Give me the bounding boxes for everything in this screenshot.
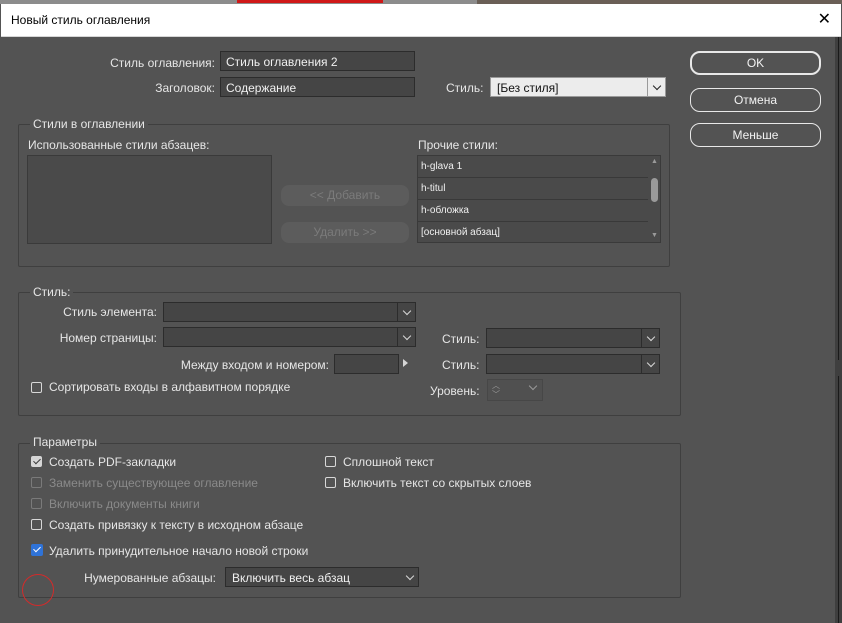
entry-style-label: Стиль элемента: — [63, 305, 157, 319]
stepper-down-icon[interactable]: ﹀ — [492, 391, 500, 399]
chevron-down-icon[interactable] — [641, 355, 659, 373]
create-pdf-bookmarks-label: Создать PDF-закладки — [49, 455, 177, 469]
level-stepper[interactable]: ︿ ﹀ — [487, 379, 543, 401]
other-styles-list[interactable]: h-glava 1 h-titul h-обложка [основной аб… — [417, 155, 661, 243]
create-text-anchor-label: Создать привязку к тексту в исходном абз… — [49, 518, 304, 532]
replace-existing-checkbox[interactable] — [31, 477, 42, 488]
title-style-label: Стиль: — [446, 81, 484, 95]
create-text-anchor-checkbox[interactable] — [31, 519, 42, 530]
arrow-right-icon[interactable] — [403, 359, 408, 367]
page-number-label: Номер страницы: — [59, 331, 157, 345]
window-right-edge — [835, 37, 842, 623]
used-styles-label: Использованные стили абзацев: — [28, 138, 210, 152]
close-icon[interactable]: ✕ — [818, 10, 831, 30]
include-hidden-layers-label: Включить текст со скрытых слоев — [343, 476, 532, 490]
replace-existing-label: Заменить существующее оглавление — [49, 476, 258, 490]
list-item[interactable]: [основной абзац] — [418, 222, 650, 242]
chevron-down-icon[interactable] — [401, 568, 418, 586]
sort-alphabetical-checkbox[interactable] — [31, 382, 42, 393]
chevron-down-icon[interactable] — [528, 381, 538, 391]
remove-forced-line-breaks-label: Удалить принудительное начало новой стро… — [49, 544, 309, 558]
title-style-select[interactable]: [Без стиля] — [490, 77, 666, 97]
background-red-frame — [237, 0, 383, 3]
page-number-style-select[interactable] — [486, 328, 660, 348]
edge-line — [838, 37, 839, 360]
style-group-title: Стиль: — [30, 285, 74, 299]
chevron-down-icon[interactable] — [397, 328, 415, 346]
ok-button[interactable]: OK — [690, 51, 821, 75]
create-pdf-bookmarks-checkbox[interactable] — [31, 456, 42, 467]
cancel-button[interactable]: Отмена — [690, 88, 821, 112]
title-input[interactable]: Содержание — [220, 77, 415, 97]
window-title: Новый стиль оглавления — [11, 13, 151, 27]
list-item[interactable]: h-glava 1 — [418, 156, 650, 178]
other-styles-scrollbar[interactable]: ▲ ▼ — [648, 156, 660, 242]
title-label: Заголовок: — [155, 81, 215, 95]
numbered-paragraphs-label: Нумерованные абзацы: — [84, 571, 216, 585]
level-label: Уровень: — [430, 384, 480, 398]
title-style-value: [Без стиля] — [497, 81, 559, 95]
numbered-paragraphs-select[interactable]: Включить весь абзац — [225, 567, 419, 587]
remove-button[interactable]: Удалить >> — [281, 222, 409, 243]
list-item[interactable]: h-titul — [418, 178, 650, 200]
scroll-up-icon[interactable]: ▲ — [650, 158, 659, 166]
numbered-paragraphs-value: Включить весь абзац — [232, 571, 350, 585]
include-book-docs-checkbox[interactable] — [31, 498, 42, 509]
chevron-down-icon[interactable] — [647, 78, 665, 96]
less-button[interactable]: Меньше — [690, 123, 821, 147]
include-hidden-layers-checkbox[interactable] — [325, 477, 336, 488]
page-number-select[interactable] — [163, 327, 416, 347]
between-entry-number-label: Между входом и номером: — [180, 358, 329, 372]
remove-forced-line-breaks-checkbox[interactable] — [31, 544, 43, 556]
toc-styles-group-title: Стили в оглавлении — [30, 117, 148, 131]
edge-line — [838, 376, 839, 623]
include-book-docs-label: Включить документы книги — [49, 497, 200, 511]
dialog-body: Стиль оглавления: Стиль оглавления 2 Заг… — [1, 37, 835, 623]
sort-alphabetical-label: Сортировать входы в алфавитном порядке — [49, 380, 291, 394]
run-in-label: Сплошной текст — [343, 455, 434, 469]
add-button[interactable]: << Добавить — [281, 185, 409, 206]
used-styles-list[interactable] — [27, 155, 272, 244]
options-group-title: Параметры — [30, 435, 100, 449]
between-style-label: Стиль: — [442, 358, 480, 372]
between-entry-number-input[interactable] — [334, 354, 399, 374]
highlight-circle — [22, 574, 54, 606]
chevron-down-icon[interactable] — [397, 303, 415, 321]
entry-style-select[interactable] — [163, 302, 416, 322]
list-item[interactable]: h-обложка — [418, 200, 650, 222]
scroll-thumb[interactable] — [651, 178, 658, 202]
toc-style-label: Стиль оглавления: — [110, 56, 215, 70]
run-in-checkbox[interactable] — [325, 456, 336, 467]
title-bar: Новый стиль оглавления ✕ — [1, 4, 841, 37]
scroll-down-icon[interactable]: ▼ — [650, 232, 659, 240]
chevron-down-icon[interactable] — [641, 329, 659, 347]
between-style-select[interactable] — [486, 354, 660, 374]
other-styles-label: Прочие стили: — [418, 138, 498, 152]
page-number-style-label: Стиль: — [442, 332, 480, 346]
stepper-up-icon[interactable]: ︿ — [492, 382, 500, 390]
toc-style-name-input[interactable]: Стиль оглавления 2 — [220, 51, 415, 71]
